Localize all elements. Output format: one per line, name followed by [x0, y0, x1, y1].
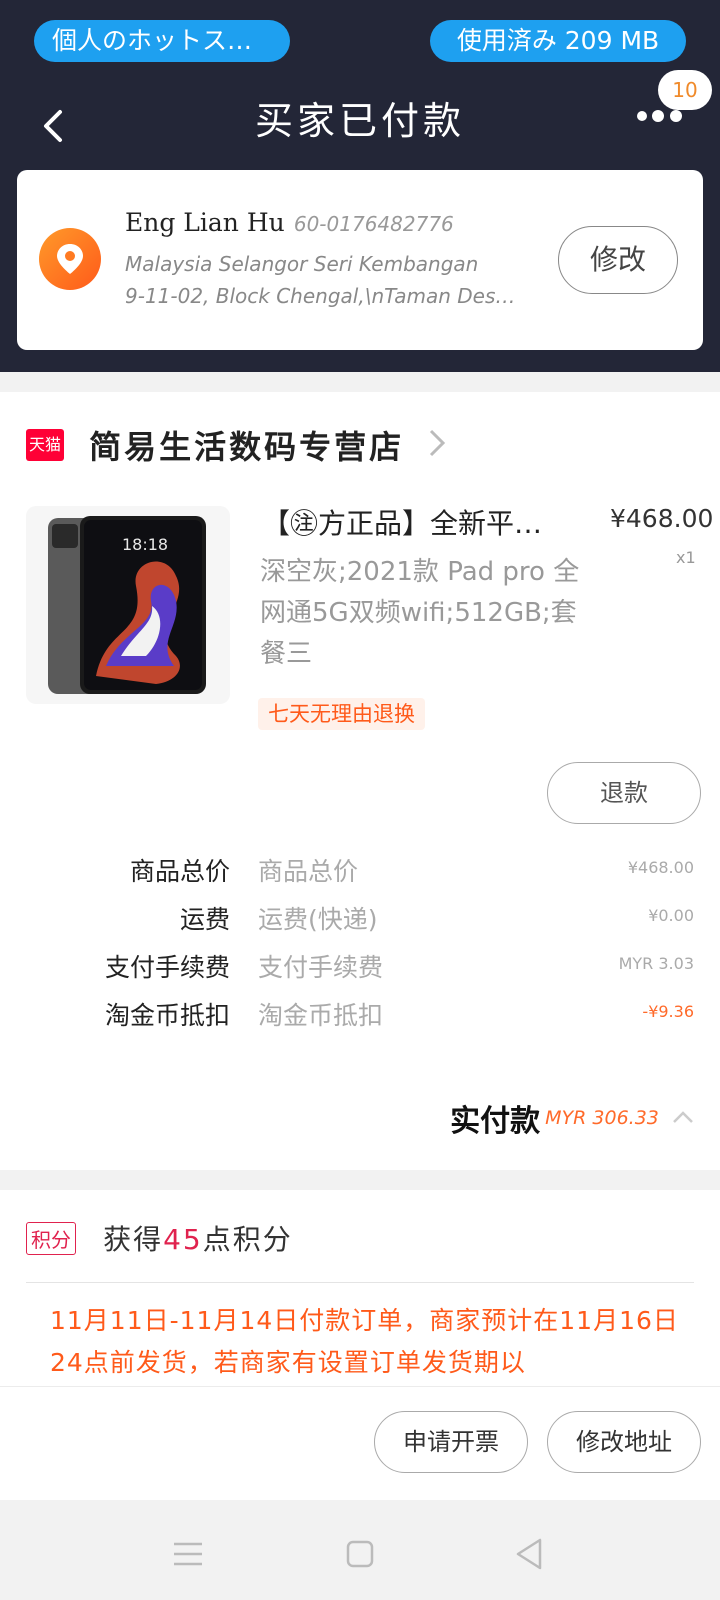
system-nav-bar: [0, 1500, 720, 1600]
header: 個人のホットスポ… 使用済み 209 MB 买家已付款 10 Eng Lian: [0, 0, 720, 372]
fee-value: MYR 3.03: [618, 954, 694, 973]
total-row[interactable]: 实付款 MYR 306.33: [450, 1096, 694, 1140]
divider: [26, 1282, 694, 1283]
fee-row-payment-fee: 支付手续费 支付手续费 MYR 3.03: [0, 948, 720, 988]
home-button[interactable]: [340, 1534, 380, 1574]
fee-label: 淘金币抵扣: [104, 1001, 230, 1030]
return-policy-tag: 七天无理由退换: [258, 698, 425, 730]
fee-value: ¥468.00: [627, 858, 694, 877]
location-pin-icon: [39, 228, 101, 290]
action-bar: 申请开票 修改地址: [0, 1386, 720, 1500]
data-usage-pill[interactable]: 使用済み 209 MB: [430, 20, 686, 62]
fee-label: 运费: [179, 905, 230, 934]
change-address-button[interactable]: 修改地址: [547, 1411, 701, 1473]
shop-name: 简易生活数码专营店: [89, 428, 405, 466]
address-line-1: Malaysia Selangor Seri Kembangan: [125, 252, 479, 276]
points-badge: 积分: [26, 1221, 76, 1255]
points-text: 获得45点积分: [103, 1218, 293, 1258]
chevron-left-icon: [44, 110, 62, 142]
product-spec: 深空灰;2021款 Pad pro 全网通5G双频wifi;512GB;套餐三: [260, 557, 580, 669]
product-quantity: x1: [676, 548, 696, 567]
refund-button[interactable]: 退款: [547, 762, 701, 824]
points-row: 积分 获得45点积分: [26, 1218, 293, 1258]
fee-row-shipping: 运费 运费(快递) ¥0.00: [0, 900, 720, 940]
system-back-button[interactable]: [510, 1534, 550, 1574]
status-bar: 個人のホットスポ… 使用済み 209 MB: [0, 0, 720, 80]
address-card[interactable]: Eng Lian Hu 60-0176482776 Malaysia Selan…: [17, 170, 703, 350]
nav-bar: 买家已付款: [0, 80, 720, 166]
fee-desc: 商品总价: [258, 857, 359, 886]
points-count: 45: [163, 1223, 203, 1256]
fee-desc: 运费(快递): [258, 905, 378, 934]
fee-value: ¥0.00: [648, 906, 694, 925]
product-image-time: 18:18: [122, 535, 168, 554]
order-card: 天猫 简易生活数码专营店 18:18 【㊟方正品】全新平… ¥468.00 x1…: [0, 392, 720, 1170]
home-square-icon: [346, 1540, 374, 1568]
fee-row-subtotal: 商品总价 商品总价 ¥468.00: [0, 852, 720, 892]
address-line-2: 9-11-02, Block Chengal,\nTaman Desami…: [125, 284, 525, 308]
chevron-up-icon: [672, 1109, 694, 1128]
fee-row-coin-discount: 淘金币抵扣 淘金币抵扣 -¥9.36: [0, 996, 720, 1036]
notification-badge: 10: [658, 70, 712, 110]
recent-apps-button[interactable]: [168, 1534, 208, 1574]
points-card: 积分 获得45点积分 11月11日-11月14日付款订单，商家预计在11月16日…: [0, 1190, 720, 1386]
product-price: ¥468.00: [610, 504, 714, 533]
fee-label: 商品总价: [129, 857, 230, 886]
points-suffix: 点积分: [202, 1223, 293, 1256]
total-value: MYR 306.33: [545, 1107, 659, 1129]
shipping-notice: 11月11日-11月14日付款订单，商家预计在11月16日24点前发货，若商家有…: [50, 1306, 679, 1377]
total-label: 实付款: [450, 1104, 541, 1139]
recipient-phone: 60-0176482776: [293, 212, 454, 236]
points-prefix: 获得: [103, 1223, 164, 1256]
back-button[interactable]: [32, 94, 82, 154]
fee-desc: 支付手续费: [258, 953, 384, 982]
chevron-right-icon: [427, 427, 447, 463]
product-title[interactable]: 【㊟方正品】全新平…: [262, 502, 582, 542]
tmall-logo: 天猫: [26, 429, 64, 461]
edit-address-button[interactable]: 修改: [558, 226, 678, 294]
hotspot-pill[interactable]: 個人のホットスポ…: [34, 20, 290, 62]
fee-label: 支付手续费: [104, 953, 230, 982]
fee-value: -¥9.36: [642, 1002, 694, 1021]
product-image[interactable]: 18:18: [26, 506, 230, 704]
triangle-back-icon: [516, 1538, 542, 1570]
page-title: 买家已付款: [254, 99, 465, 143]
request-invoice-button[interactable]: 申请开票: [374, 1411, 528, 1473]
recipient-name: Eng Lian Hu: [125, 208, 285, 237]
fee-desc: 淘金币抵扣: [258, 1001, 384, 1030]
shop-row[interactable]: 天猫 简易生活数码专营店: [26, 422, 447, 466]
menu-icon: [174, 1542, 202, 1566]
address-name-row: Eng Lian Hu 60-0176482776: [125, 208, 454, 237]
